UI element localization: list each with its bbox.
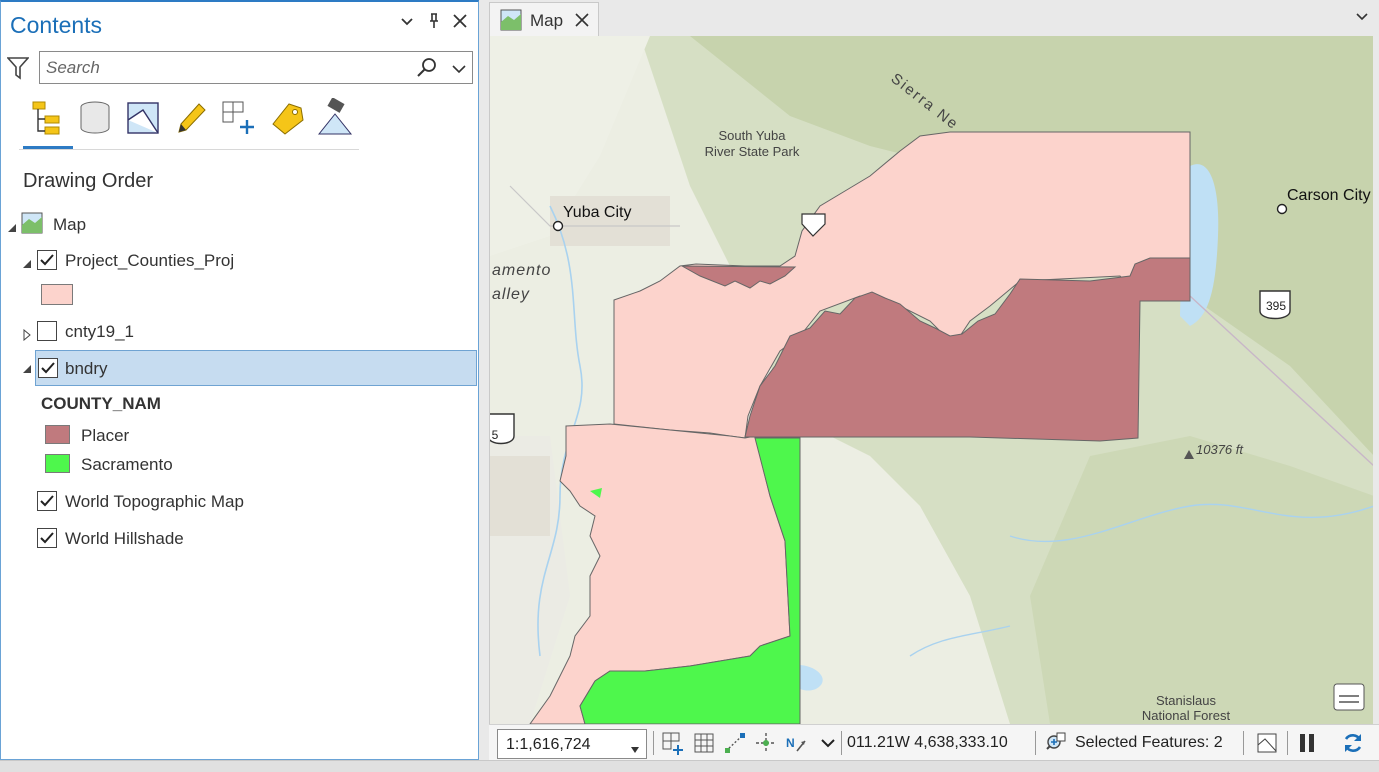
search-box: [39, 51, 473, 84]
legend-swatch-placer[interactable]: [45, 425, 70, 444]
tree-item-map[interactable]: Map: [1, 207, 471, 241]
map-label-elevation: 10376 ft: [1196, 442, 1243, 457]
layer-visibility-checkbox[interactable]: [37, 491, 57, 511]
contents-pane: Contents Search Drawing Order Map Projec…: [0, 0, 479, 760]
tree-item-label: bndry: [65, 359, 108, 378]
contents-title: Contents: [10, 12, 103, 38]
map-label-carson-city: Carson City: [1287, 187, 1371, 204]
map-view[interactable]: South Yuba River State Park Yuba City Ca…: [489, 36, 1373, 724]
city-marker-yuba: [552, 220, 564, 232]
tree-item-world-hillshade[interactable]: World Hillshade: [1, 521, 471, 555]
search-icon[interactable]: [416, 57, 438, 79]
map-canvas[interactable]: [490, 36, 1373, 724]
contents-toolbar: [19, 96, 359, 150]
us-395-label: 395: [1265, 299, 1287, 313]
legend-label-sacramento: Sacramento: [81, 455, 173, 474]
map-icon: [500, 9, 522, 31]
symbol-swatch[interactable]: [41, 284, 73, 305]
selection-icon[interactable]: [123, 98, 163, 138]
zoom-to-selected-icon[interactable]: [1043, 731, 1067, 755]
refresh-icon[interactable]: [1341, 731, 1365, 755]
scale-value: 1:1,616,724: [506, 736, 591, 753]
chevron-down-icon[interactable]: [816, 731, 840, 755]
add-grid-icon[interactable]: [661, 731, 685, 755]
tree-item-label: cnty19_1: [65, 322, 134, 341]
close-tab-icon[interactable]: [574, 8, 590, 34]
legend-swatch-sacramento[interactable]: [45, 454, 70, 473]
map-icon: [21, 212, 43, 234]
drawing-order-title: Drawing Order: [23, 170, 154, 192]
snapping-icon[interactable]: [219, 98, 259, 138]
collapse-icon[interactable]: [21, 255, 33, 268]
pane-options-icon[interactable]: [397, 13, 417, 35]
svg-text:N: N: [786, 736, 795, 750]
separator: [653, 731, 654, 755]
interstate-5-label: 5: [491, 428, 499, 442]
layer-visibility-checkbox[interactable]: [38, 358, 58, 378]
editing-icon[interactable]: [171, 98, 211, 138]
filter-icon[interactable]: [6, 56, 30, 80]
labeling-icon[interactable]: [267, 98, 307, 138]
constraint-icon[interactable]: [754, 731, 778, 755]
tree-item-label: Project_Counties_Proj: [65, 251, 235, 270]
city-marker-carson: [1276, 203, 1288, 215]
perspective-imagery-icon[interactable]: [315, 97, 355, 138]
map-label-sacramento-valley-1: amento: [492, 262, 552, 279]
tree-item-label: Map: [53, 215, 87, 234]
layer-visibility-checkbox[interactable]: [37, 321, 57, 341]
layer-visibility-checkbox[interactable]: [37, 528, 57, 548]
separator: [841, 731, 842, 755]
expand-icon[interactable]: [21, 326, 33, 342]
layer-visibility-checkbox[interactable]: [37, 250, 57, 270]
selected-features-count[interactable]: Selected Features: 2: [1075, 734, 1223, 752]
window-bottom-strip: [0, 760, 1379, 772]
data-source-icon[interactable]: [75, 98, 115, 138]
separator: [1035, 731, 1036, 755]
map-status-bar: 1:1,616,724 N 011.21W 4,638,333.10 Selec…: [489, 724, 1379, 760]
coordinate-readout: 011.21W 4,638,333.10: [847, 734, 1008, 751]
tab-label: Map: [530, 11, 564, 30]
separator: [1287, 731, 1288, 755]
tab-map[interactable]: Map: [489, 2, 599, 36]
collapse-icon[interactable]: [21, 362, 33, 374]
search-input[interactable]: [46, 57, 406, 79]
map-overview-icon[interactable]: [1333, 683, 1365, 711]
north-arrow-icon[interactable]: N: [785, 731, 809, 755]
chevron-down-icon[interactable]: [450, 60, 468, 78]
map-overview-icon[interactable]: [1255, 731, 1279, 755]
chevron-down-icon[interactable]: [630, 741, 640, 753]
snapping-icon[interactable]: [723, 731, 747, 755]
collapse-icon[interactable]: [6, 219, 18, 232]
map-label-yuba-city: Yuba City: [563, 204, 632, 221]
scale-dropdown[interactable]: 1:1,616,724: [497, 729, 647, 759]
pause-drawing-icon[interactable]: [1295, 731, 1319, 755]
tree-item-bndry[interactable]: bndry: [35, 350, 477, 386]
tree-item-world-topo[interactable]: World Topographic Map: [1, 484, 471, 518]
tree-item-cnty19[interactable]: cnty19_1: [1, 314, 471, 348]
tree-item-label: World Topographic Map: [65, 492, 244, 511]
close-icon[interactable]: [450, 13, 470, 35]
legend-label-placer: Placer: [81, 426, 130, 445]
map-label-south-yuba: South Yuba River State Park: [704, 128, 800, 159]
map-tab-bar: Map: [489, 0, 1379, 36]
legend-field-name: COUNTY_NAM: [41, 394, 161, 413]
drawing-order-icon[interactable]: [25, 98, 65, 138]
tree-item-project-counties[interactable]: Project_Counties_Proj: [1, 243, 471, 277]
contents-header: Contents: [1, 2, 478, 46]
pin-icon[interactable]: [424, 13, 444, 35]
separator: [1243, 731, 1244, 755]
chevron-down-icon[interactable]: [1355, 10, 1369, 24]
tree-item-label: World Hillshade: [65, 529, 184, 548]
active-tab-indicator: [23, 146, 73, 149]
grid-icon[interactable]: [692, 731, 716, 755]
map-label-stanislaus: Stanislaus National Forest: [1141, 693, 1231, 723]
map-label-sacramento-valley-2: alley: [492, 286, 530, 303]
arcgis-pro-window: Contents Search Drawing Order Map Projec…: [0, 0, 1379, 772]
